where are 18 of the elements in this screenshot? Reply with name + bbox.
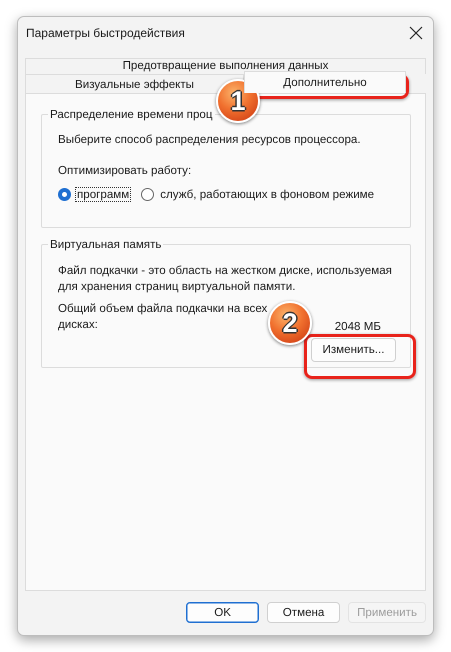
radio-button[interactable] [58, 188, 71, 201]
radio-button[interactable] [141, 188, 154, 201]
dialog-button[interactable]: Отмена [267, 602, 340, 624]
change-button[interactable]: Изменить... [311, 338, 396, 362]
dialog-button[interactable]: OK [186, 602, 260, 624]
total-size-label: Общий объем файла подкачки на всех дисках: [58, 300, 268, 333]
close-icon[interactable] [409, 26, 423, 40]
group-description: Выберите способ распределения ресурсов процессора. [58, 132, 362, 146]
tab[interactable]: Предотвращение выполнения данных [25, 58, 426, 74]
group-title: Виртуальная память [49, 238, 162, 251]
optimize-label: Оптимизировать работу: [58, 164, 192, 177]
group-description: Файл подкачки - это область на жестком диске, используемая для хранения страниц виртуальной памяти. [58, 262, 393, 295]
group-title: Распределение времени проц [49, 108, 214, 121]
radio-label[interactable]: программ [75, 186, 132, 202]
radio-label[interactable]: служб, работающих в фоновом режиме [158, 186, 376, 202]
window-title: Параметры быстродействия [26, 26, 185, 40]
tab[interactable]: Дополнительно [244, 70, 406, 93]
total-size-value: 2048 МБ [334, 320, 381, 333]
